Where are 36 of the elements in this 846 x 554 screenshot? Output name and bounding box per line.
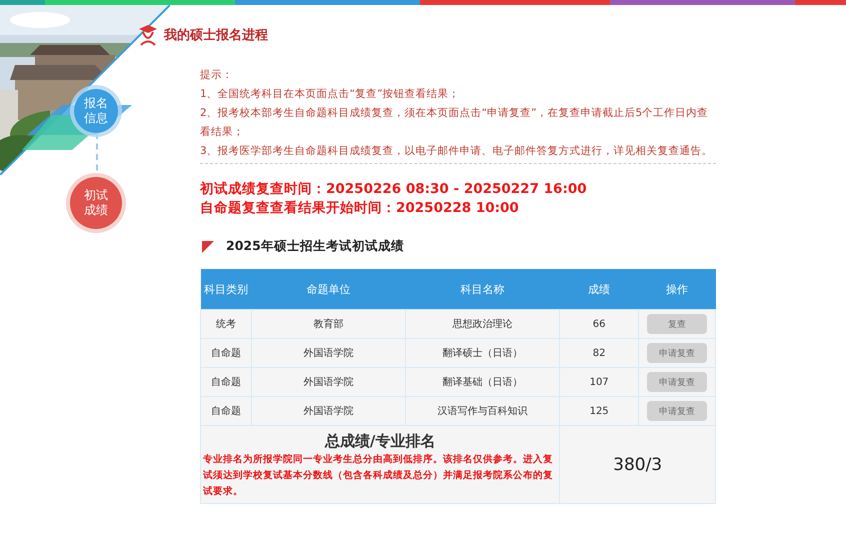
step-circle[interactable]: 报名信息	[74, 89, 118, 133]
table-cell: 教育部	[252, 310, 406, 338]
table-cell: 翻译硕士（日语）	[406, 338, 560, 368]
notice-heading: 提示：	[200, 68, 234, 83]
deadline-text: 自命题复查查看结果开始时间：20250228 10:00	[200, 199, 520, 218]
deadline-text: 初试成绩复查时间：20250226 08:30 - 20250227 16:00	[200, 180, 588, 199]
column-header: 成绩	[560, 269, 638, 310]
table-cell: 外国语学院	[252, 396, 406, 426]
step-circle[interactable]: 初试成绩	[70, 177, 122, 229]
table-cell: 统考	[200, 310, 252, 338]
table-cell: 107	[560, 368, 638, 396]
total-score: 380/3	[560, 426, 716, 504]
table-cell: 思想政治理论	[406, 310, 560, 338]
column-header: 科目名称	[406, 269, 560, 310]
table-cell: 自命题	[200, 396, 252, 426]
table-cell: 125	[560, 396, 638, 426]
column-header: 科目类别	[200, 269, 252, 310]
table-cell: 82	[560, 338, 638, 368]
column-header: 操作	[638, 269, 716, 310]
table-cell: 翻译基础（日语）	[406, 368, 560, 396]
column-header: 命题单位	[252, 269, 406, 310]
corner-icon	[202, 240, 214, 252]
table-cell: 自命题	[200, 338, 252, 368]
ranking-note: 专业排名为所报学院同一专业考生总分由高到低排序。该排名仅供参考。进入复试须达到学校复试基本分数线（包含各科成绩及总分）并满足报考院系公布的复试要求。	[202, 452, 554, 499]
page-title: 我的硕士报名进程	[164, 27, 268, 44]
table-cell: 66	[560, 310, 638, 338]
table-cell: 自命题	[200, 368, 252, 396]
table-cell: 外国语学院	[252, 368, 406, 396]
table-cell: 外国语学院	[252, 338, 406, 368]
table-cell: 汉语写作与百科知识	[406, 396, 560, 426]
section-title: 2025年硕士招生考试初试成绩	[226, 238, 404, 255]
notice-text: 1、全国统考科目在本页面点击“复查”按钮查看结果；	[200, 87, 461, 102]
notice-text: 3、报考医学部考生自命题科目成绩复查，以电子邮件申请、电子邮件答复方式进行，详见相关复查通告。	[200, 144, 714, 159]
graduate-icon	[138, 24, 158, 46]
notice-text: 2、报考校本部考生自命题科目成绩复查，须在本页面点击“申请复查”，在复查申请截止后5个工作日内查看结果；	[200, 106, 710, 140]
summary-label: 总成绩/专业排名	[324, 431, 436, 452]
